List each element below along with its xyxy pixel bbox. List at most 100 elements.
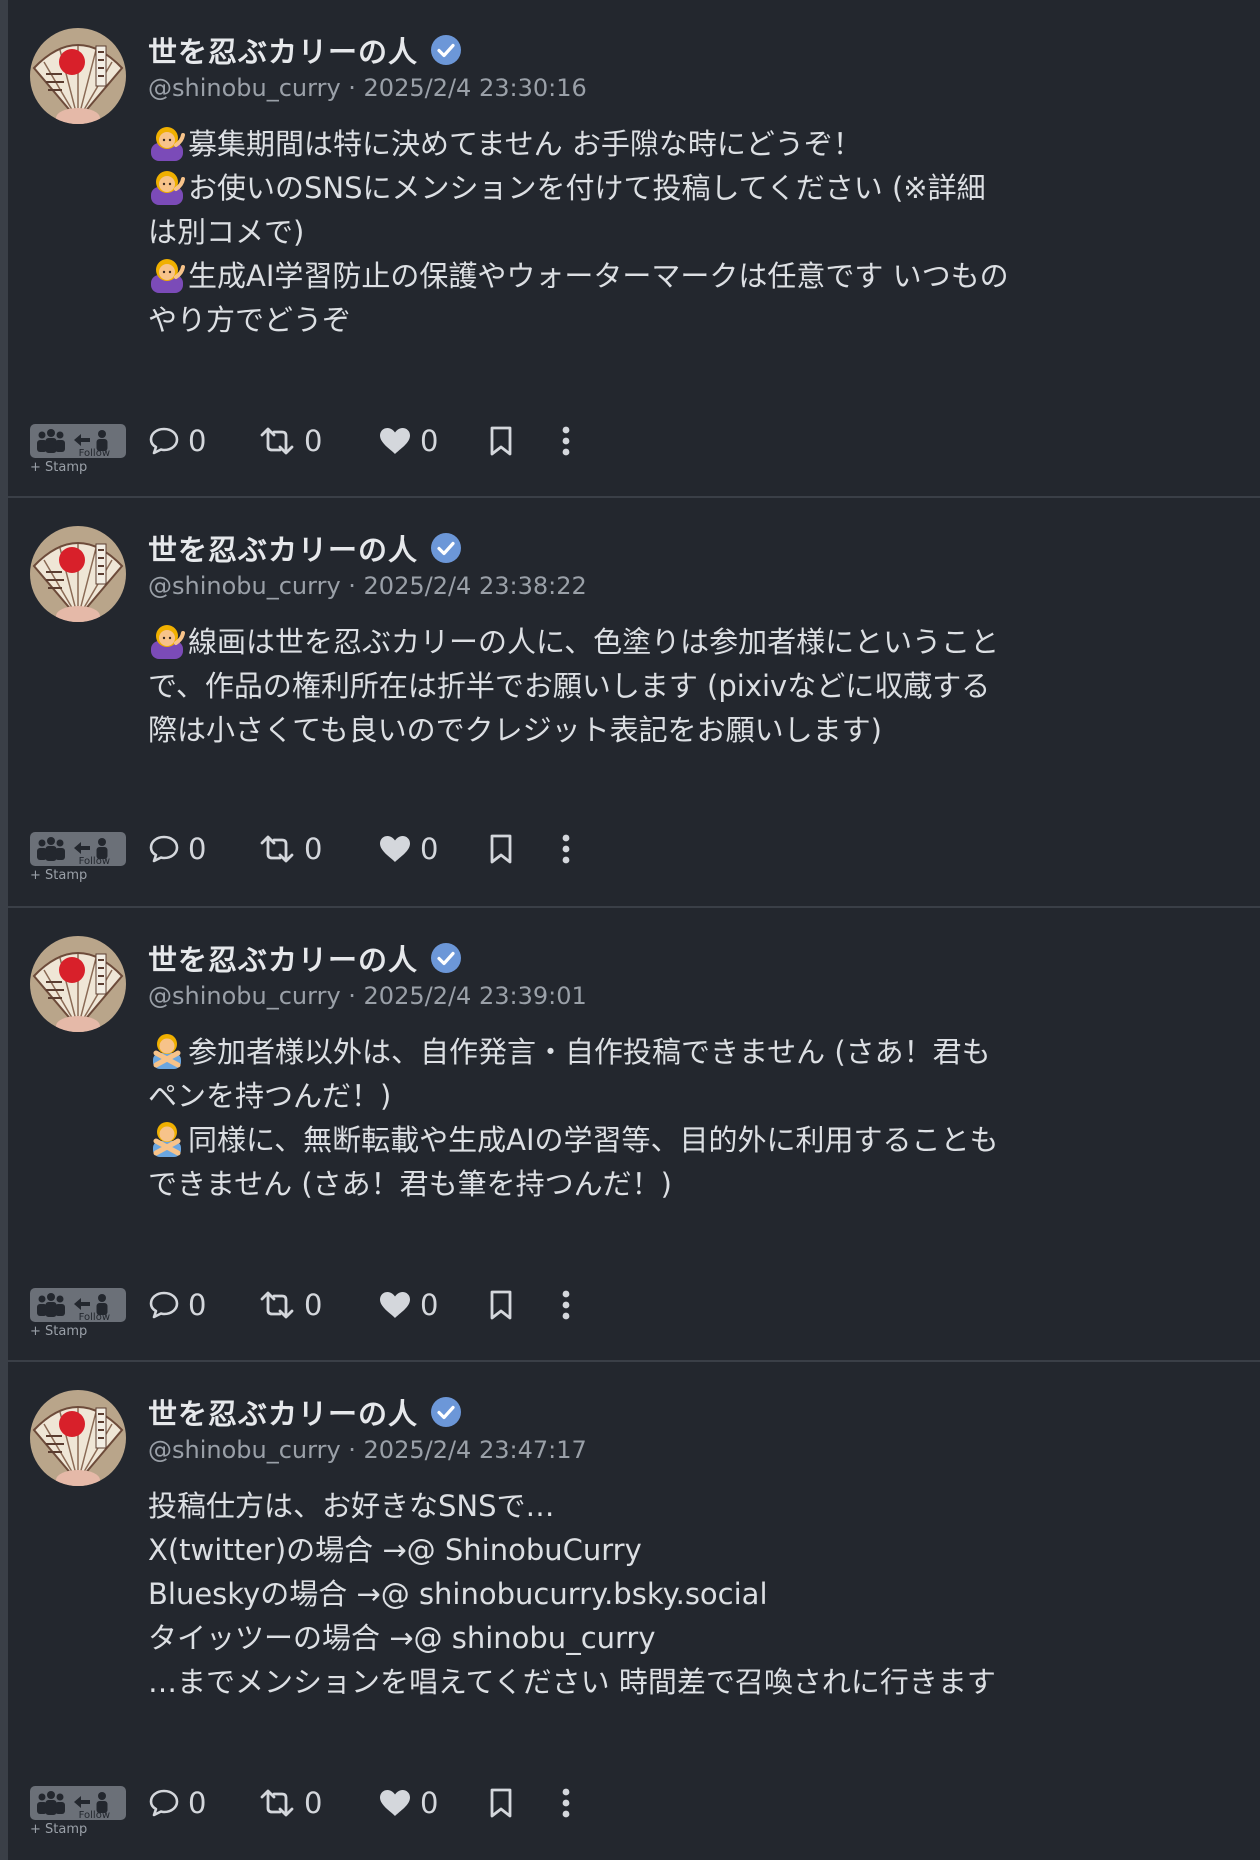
author-row: 世を忍ぶカリーの人 <box>148 938 462 978</box>
display-name[interactable]: 世を忍ぶカリーの人 <box>148 937 418 979</box>
like-button[interactable]: 0 <box>378 832 488 866</box>
renote-button[interactable]: 0 <box>258 424 378 458</box>
stamp-label: + Stamp <box>30 1822 88 1837</box>
stamp-button[interactable]: Follow + Stamp <box>30 832 126 883</box>
stamp-follow-label: Follow <box>78 1312 110 1323</box>
like-button[interactable]: 0 <box>378 424 488 458</box>
renote-count: 0 <box>304 424 323 458</box>
post-line-text: で、作品の権利所在は折半でお願いします (pixivなどに収蔵する <box>148 669 991 703</box>
bookmark-button[interactable] <box>488 833 560 865</box>
left-rail <box>0 0 8 1860</box>
post-line-text: やり方でどうぞ <box>148 303 352 337</box>
person-gesturing-no-icon <box>148 1119 186 1157</box>
post-meta[interactable]: @shinobu_curry · 2025/2/4 23:38:22 <box>148 572 587 600</box>
post-line-text: …までメンションを唱えてください 時間差で召喚されに行きます <box>148 1665 996 1699</box>
woman-tipping-hand-icon <box>148 621 186 659</box>
stamp-label: + Stamp <box>30 868 88 883</box>
post-line: 投稿仕方は、お好きなSNSで… <box>148 1484 1128 1528</box>
more-button[interactable] <box>560 1787 572 1819</box>
verified-icon <box>430 34 462 66</box>
post: 世を忍ぶカリーの人 @shinobu_curry · 2025/2/4 23:3… <box>8 0 1260 498</box>
post-meta[interactable]: @shinobu_curry · 2025/2/4 23:39:01 <box>148 982 587 1010</box>
author-row: 世を忍ぶカリーの人 <box>148 528 462 568</box>
author-row: 世を忍ぶカリーの人 <box>148 30 462 70</box>
like-count: 0 <box>420 1288 439 1322</box>
stamp-label: + Stamp <box>30 1324 88 1339</box>
display-name[interactable]: 世を忍ぶカリーの人 <box>148 29 418 71</box>
post-line-text: ペンを持つんだ！) <box>148 1079 392 1113</box>
stamp-follow-label: Follow <box>78 448 110 459</box>
woman-tipping-hand-icon <box>148 167 186 205</box>
bookmark-button[interactable] <box>488 1787 560 1819</box>
more-button[interactable] <box>560 833 572 865</box>
like-button[interactable]: 0 <box>378 1288 488 1322</box>
display-name[interactable]: 世を忍ぶカリーの人 <box>148 1391 418 1433</box>
post-line-text: は別コメで) <box>148 215 305 249</box>
renote-icon <box>258 1290 296 1320</box>
stamp-button[interactable]: Follow + Stamp <box>30 1288 126 1339</box>
verified-icon <box>430 532 462 564</box>
renote-icon <box>258 1788 296 1818</box>
bookmark-button[interactable] <box>488 1289 560 1321</box>
renote-button[interactable]: 0 <box>258 1288 378 1322</box>
reply-button[interactable]: 0 <box>148 832 258 866</box>
display-name[interactable]: 世を忍ぶカリーの人 <box>148 527 418 569</box>
post-line: は別コメで) <box>148 210 1128 254</box>
post-meta[interactable]: @shinobu_curry · 2025/2/4 23:30:16 <box>148 74 587 102</box>
stamp-button[interactable]: Follow + Stamp <box>30 424 126 475</box>
post-meta[interactable]: @shinobu_curry · 2025/2/4 23:47:17 <box>148 1436 587 1464</box>
like-button[interactable]: 0 <box>378 1786 488 1820</box>
reply-icon <box>148 834 180 864</box>
stamp-label: + Stamp <box>30 460 88 475</box>
user-avatar[interactable] <box>30 1390 126 1486</box>
post-line: ペンを持つんだ！) <box>148 1074 1128 1118</box>
renote-count: 0 <box>304 1288 323 1322</box>
post-line-text: できません (さあ！君も筆を持つんだ！) <box>148 1167 672 1201</box>
bookmark-icon <box>488 1289 514 1321</box>
post: 世を忍ぶカリーの人 @shinobu_curry · 2025/2/4 23:3… <box>8 498 1260 908</box>
verified-icon <box>430 1396 462 1428</box>
reply-button[interactable]: 0 <box>148 1786 258 1820</box>
heart-icon <box>378 1290 412 1320</box>
bookmark-button[interactable] <box>488 425 560 457</box>
woman-tipping-hand-icon <box>148 123 186 161</box>
post-actions: Follow + Stamp 0 0 0 <box>30 1284 572 1339</box>
reply-icon <box>148 1290 180 1320</box>
post-line-text: 同様に、無断転載や生成AIの学習等、目的外に利用することも <box>188 1123 999 1157</box>
post-body: 募集期間は特に決めてません お手隙な時にどうぞ！ お使いのSNSにメンションを付… <box>148 122 1128 342</box>
stamp-follow-label: Follow <box>78 856 110 867</box>
post-line: タイッツーの場合 →@ shinobu_curry <box>148 1616 1128 1660</box>
post-line: できません (さあ！君も筆を持つんだ！) <box>148 1162 1128 1206</box>
author-row: 世を忍ぶカリーの人 <box>148 1392 462 1432</box>
more-vertical-icon <box>560 1787 572 1819</box>
post: 世を忍ぶカリーの人 @shinobu_curry · 2025/2/4 23:4… <box>8 1362 1260 1860</box>
renote-button[interactable]: 0 <box>258 1786 378 1820</box>
post-actions: Follow + Stamp 0 0 0 <box>30 828 572 883</box>
more-button[interactable] <box>560 425 572 457</box>
stamp-follow-label: Follow <box>78 1810 110 1821</box>
reply-button[interactable]: 0 <box>148 424 258 458</box>
person-gesturing-no-icon <box>148 1031 186 1069</box>
reply-button[interactable]: 0 <box>148 1288 258 1322</box>
post-line: で、作品の権利所在は折半でお願いします (pixivなどに収蔵する <box>148 664 1128 708</box>
stamp-button[interactable]: Follow + Stamp <box>30 1786 126 1837</box>
like-count: 0 <box>420 1786 439 1820</box>
post-line: お使いのSNSにメンションを付けて投稿してください (※詳細 <box>148 166 1128 210</box>
reply-icon <box>148 426 180 456</box>
reply-icon <box>148 1788 180 1818</box>
user-avatar[interactable] <box>30 28 126 124</box>
post-line: X(twitter)の場合 →@ ShinobuCurry <box>148 1528 1128 1572</box>
user-avatar[interactable] <box>30 526 126 622</box>
post-line-text: 投稿仕方は、お好きなSNSで… <box>148 1489 555 1523</box>
heart-icon <box>378 426 412 456</box>
reply-count: 0 <box>188 1786 207 1820</box>
post-line: 参加者様以外は、自作発言・自作投稿できません (さあ！君も <box>148 1030 1128 1074</box>
post-line: 生成AI学習防止の保護やウォーターマークは任意です いつもの <box>148 254 1128 298</box>
post-line-text: 参加者様以外は、自作発言・自作投稿できません (さあ！君も <box>188 1035 991 1069</box>
more-button[interactable] <box>560 1289 572 1321</box>
like-count: 0 <box>420 832 439 866</box>
bookmark-icon <box>488 425 514 457</box>
bookmark-icon <box>488 833 514 865</box>
renote-button[interactable]: 0 <box>258 832 378 866</box>
user-avatar[interactable] <box>30 936 126 1032</box>
